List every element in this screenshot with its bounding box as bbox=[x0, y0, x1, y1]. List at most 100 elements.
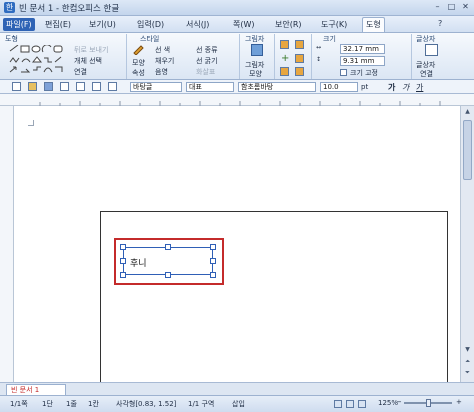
page-view-icon[interactable] bbox=[346, 400, 354, 408]
textbox-link-icon bbox=[425, 44, 438, 56]
style-select[interactable]: 바탕글 bbox=[130, 82, 182, 92]
shape-gallery[interactable] bbox=[8, 44, 70, 75]
pencil-icon bbox=[132, 43, 144, 56]
resize-handle-sw[interactable] bbox=[120, 272, 126, 278]
language-select[interactable]: 대표 bbox=[186, 82, 234, 92]
view-mode-icon[interactable] bbox=[334, 400, 342, 408]
scroll-up-arrow-icon[interactable]: ▲ bbox=[463, 108, 472, 117]
width-icon: ↔ bbox=[316, 44, 322, 51]
menu-security[interactable]: 보안(R) bbox=[272, 18, 305, 31]
fill-button[interactable]: 채우기 bbox=[155, 56, 174, 66]
document-canvas[interactable]: 후니 bbox=[14, 106, 460, 382]
italic-button[interactable]: 가 bbox=[402, 82, 409, 93]
resize-handle-se[interactable] bbox=[210, 272, 216, 278]
rotate-icon[interactable] bbox=[295, 40, 304, 49]
status-bar: 1/1쪽 1단 1줄 1칸 사각형[0.83, 1.52] 1/1 구역 삽입 … bbox=[0, 395, 474, 412]
cut-icon[interactable] bbox=[108, 82, 117, 91]
zoom-in-icon[interactable]: + bbox=[456, 398, 462, 406]
resize-handle-ne[interactable] bbox=[210, 244, 216, 250]
horizontal-ruler[interactable] bbox=[0, 94, 474, 106]
textbox-connect-label[interactable]: 연결 bbox=[420, 69, 433, 79]
menu-bar: 파일(F) 편집(E) 보기(U) 입력(D) 서식(J) 쪽(W) 보안(R)… bbox=[0, 16, 474, 33]
size-group: 크기 ↔ 32.17 mm ↕ 9.31 mm 크기 고정 bbox=[313, 34, 412, 79]
prev-page-icon[interactable]: ⏶ bbox=[463, 358, 472, 367]
picture-shadow-group: 그림자 그림자 모양 bbox=[241, 34, 275, 79]
font-size-input[interactable]: 10.0 bbox=[320, 82, 358, 92]
arrow-style-button[interactable]: 화살표 bbox=[196, 67, 215, 77]
multi-page-icon[interactable] bbox=[358, 400, 366, 408]
undo-icon[interactable] bbox=[76, 82, 85, 91]
fix-size-label: 크기 고정 bbox=[350, 69, 378, 77]
height-icon: ↕ bbox=[316, 56, 322, 63]
menu-page[interactable]: 쪽(W) bbox=[230, 18, 258, 31]
textbox-text[interactable]: 후니 bbox=[130, 256, 147, 269]
textbox-group-label: 글상자 bbox=[416, 35, 436, 43]
plus-icon[interactable]: + bbox=[281, 53, 289, 64]
status-col: 1칸 bbox=[88, 400, 99, 408]
menu-tools[interactable]: 도구(K) bbox=[318, 18, 350, 31]
send-back-button[interactable]: 뒤로 보내기 bbox=[74, 45, 108, 55]
font-select[interactable]: 함초롬바탕 bbox=[238, 82, 316, 92]
menu-insert[interactable]: 입력(D) bbox=[134, 18, 167, 31]
resize-handle-n[interactable] bbox=[165, 244, 171, 250]
line-type-button[interactable]: 선 종류 bbox=[196, 45, 218, 55]
flip-icon[interactable] bbox=[295, 54, 304, 63]
fix-size-checkbox[interactable] bbox=[340, 69, 347, 76]
close-button[interactable]: ✕ bbox=[459, 1, 472, 13]
resize-handle-s[interactable] bbox=[165, 272, 171, 278]
resize-handle-w[interactable] bbox=[120, 258, 126, 264]
next-page-icon[interactable]: ⏷ bbox=[463, 369, 472, 378]
ribbon: 도형 뒤로 보내기 개체 선택 연결 스타일 모양 속성 선 색 채우기 음영 … bbox=[0, 33, 474, 80]
selected-textbox[interactable]: 후니 bbox=[123, 247, 213, 275]
menu-shape[interactable]: 도형 bbox=[362, 17, 385, 32]
status-object: 사각형[0.83, 1.52] bbox=[116, 400, 177, 408]
underline-button[interactable]: 가 bbox=[416, 82, 423, 93]
line-thickness-button[interactable]: 선 굵기 bbox=[196, 56, 218, 66]
distribute-icon[interactable] bbox=[295, 67, 304, 76]
width-input[interactable]: 32.17 mm bbox=[340, 44, 385, 54]
shadow-shape-label[interactable]: 모양 bbox=[249, 69, 262, 79]
line-color-button[interactable]: 선 색 bbox=[155, 45, 170, 55]
zoom-out-icon[interactable]: − bbox=[396, 398, 402, 406]
open-folder-icon[interactable] bbox=[28, 82, 37, 91]
save-icon[interactable] bbox=[44, 82, 53, 91]
shape-style-label[interactable]: 모양 bbox=[132, 58, 145, 68]
menu-view[interactable]: 보기(U) bbox=[86, 18, 119, 31]
menu-file[interactable]: 파일(F) bbox=[3, 18, 35, 31]
redo-icon[interactable] bbox=[92, 82, 101, 91]
zoom-slider-thumb[interactable] bbox=[426, 399, 431, 407]
vertical-ruler[interactable] bbox=[0, 106, 14, 382]
bring-front-icon[interactable] bbox=[280, 40, 289, 49]
minimize-button[interactable]: – bbox=[431, 1, 444, 13]
menu-format[interactable]: 서식(J) bbox=[183, 18, 212, 31]
hwp-app-icon[interactable]: 한 bbox=[4, 2, 15, 13]
align-icon[interactable] bbox=[280, 67, 289, 76]
scroll-down-arrow-icon[interactable]: ▼ bbox=[463, 346, 472, 355]
status-column: 1단 bbox=[42, 400, 53, 408]
zoom-level[interactable]: 125% bbox=[378, 399, 398, 407]
menu-edit[interactable]: 편집(E) bbox=[42, 18, 74, 31]
shape-group-label: 도형 bbox=[5, 35, 18, 43]
vertical-scrollbar[interactable]: ▲ ▼ ⏶ ⏷ bbox=[460, 106, 474, 382]
shape-gallery-icons bbox=[9, 44, 63, 73]
document-tab-bar: 빈 문서 1 bbox=[0, 382, 474, 395]
resize-handle-nw[interactable] bbox=[120, 244, 126, 250]
shape-attr-label[interactable]: 속성 bbox=[132, 68, 145, 78]
print-icon[interactable] bbox=[60, 82, 69, 91]
format-toolbar: 바탕글 대표 함초롬바탕 10.0 pt 가 가 가 bbox=[0, 80, 474, 94]
new-doc-icon[interactable] bbox=[12, 82, 21, 91]
scroll-thumb[interactable] bbox=[463, 120, 472, 180]
size-group-label: 크기 bbox=[323, 35, 336, 43]
status-section: 1/1 구역 bbox=[188, 400, 215, 408]
rectangle-shape[interactable] bbox=[100, 211, 448, 382]
help-icon[interactable]: ? bbox=[438, 19, 442, 28]
shadow-button[interactable]: 음영 bbox=[155, 67, 168, 77]
resize-handle-e[interactable] bbox=[210, 258, 216, 264]
document-tab[interactable]: 빈 문서 1 bbox=[6, 384, 66, 395]
connect-button[interactable]: 연결 bbox=[74, 67, 87, 77]
height-input[interactable]: 9.31 mm bbox=[340, 56, 385, 66]
group-select-button[interactable]: 개체 선택 bbox=[74, 56, 102, 66]
bold-button[interactable]: 가 bbox=[388, 82, 395, 93]
maximize-button[interactable]: □ bbox=[445, 1, 458, 13]
status-line: 1줄 bbox=[66, 400, 77, 408]
